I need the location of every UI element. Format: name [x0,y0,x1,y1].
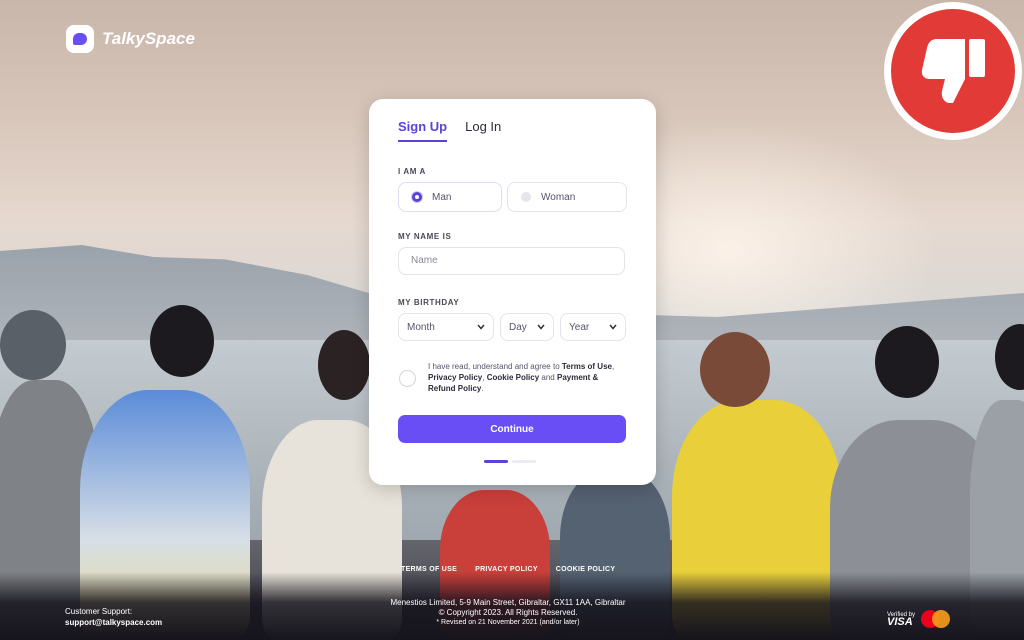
day-select[interactable]: Day [500,313,554,341]
name-label: MY NAME IS [398,232,452,241]
cookie-policy-link[interactable]: Cookie Policy [487,373,539,382]
step-dot-inactive [512,460,536,463]
tab-signup[interactable]: Sign Up [398,119,448,142]
tab-login[interactable]: Log In [465,119,501,142]
company-address: Menestios Limited, 5-9 Main Street, Gibr… [390,598,626,607]
visa-badge: Verified by VISA [887,612,916,628]
continue-button[interactable]: Continue [398,415,626,443]
step-dot-active [484,460,508,463]
chevron-down-icon [609,324,617,330]
name-input[interactable]: Name [398,247,625,275]
payment-badges: Verified by VISA [887,610,951,628]
gender-man-label: Man [432,191,452,203]
year-select[interactable]: Year [560,313,626,341]
thumbs-down-badge [884,2,1022,140]
radio-selected-icon [412,192,422,202]
auth-tabs: Sign Up Log In [398,119,501,142]
mastercard-icon [921,610,951,628]
chat-bubble-icon [66,25,94,53]
company-info: Menestios Limited, 5-9 Main Street, Gibr… [0,598,1016,628]
gender-label: I AM A [398,167,426,176]
gender-option-man[interactable]: Man [398,182,502,212]
terms-of-use-link[interactable]: Terms of Use [562,362,612,371]
chevron-down-icon [477,324,485,330]
brand-name: TalkySpace [102,29,195,48]
thumbs-down-icon [921,39,985,103]
chevron-down-icon [537,324,545,330]
gender-option-woman[interactable]: Woman [507,182,627,212]
day-value: Day [509,321,527,333]
step-indicator [484,460,536,463]
birthday-label: MY BIRTHDAY [398,298,460,307]
month-select[interactable]: Month [398,313,494,341]
privacy-policy-link[interactable]: Privacy Policy [428,373,482,382]
footer-terms-link[interactable]: TERMS OF USE [401,566,457,573]
signup-card: Sign Up Log In I AM A Man Woman MY NAME … [369,99,656,485]
revised-note: * Revised on 21 November 2021 (and/or la… [436,619,580,626]
footer-cookie-link[interactable]: COOKIE POLICY [556,566,616,573]
brand-logo[interactable]: TalkySpace [66,25,195,53]
radio-unselected-icon [521,192,531,202]
year-value: Year [569,321,590,333]
terms-checkbox[interactable] [399,370,416,387]
terms-text: I have read, understand and agree to Ter… [428,362,615,393]
footer-links: TERMS OF USE PRIVACY POLICY COOKIE POLIC… [401,566,615,573]
gender-woman-label: Woman [541,191,576,203]
copyright: © Copyright 2023. All Rights Reserved. [438,608,578,617]
month-value: Month [407,321,435,333]
footer-privacy-link[interactable]: PRIVACY POLICY [475,566,538,573]
